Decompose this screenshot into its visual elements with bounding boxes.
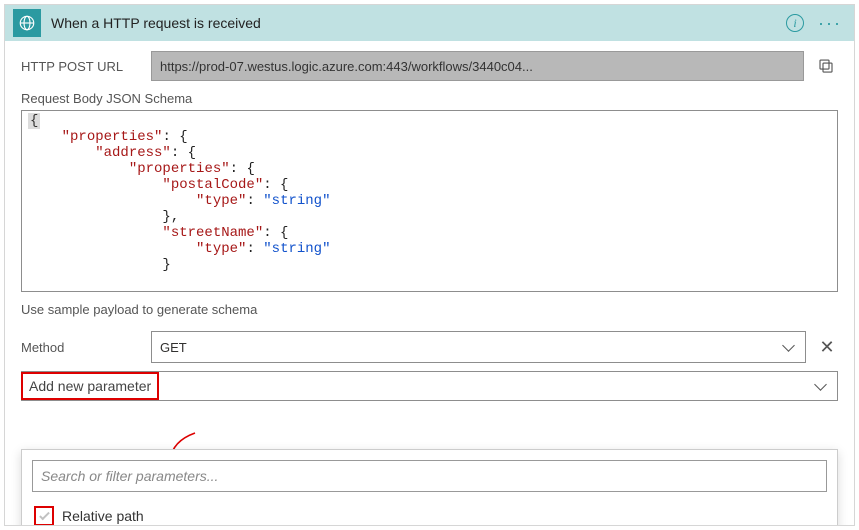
method-value: GET [160,340,784,355]
relative-path-label: Relative path [62,508,144,524]
relative-path-checkbox[interactable] [34,506,54,526]
trigger-header[interactable]: When a HTTP request is received i ··· [5,5,854,41]
check-icon [39,509,50,520]
trigger-title: When a HTTP request is received [51,15,776,31]
schema-label: Request Body JSON Schema [21,91,838,106]
chevron-down-icon [814,378,827,391]
http-trigger-icon [13,9,41,37]
parameter-dropdown-panel: Relative path [21,449,838,526]
more-menu-icon[interactable]: ··· [814,14,846,32]
method-select[interactable]: GET [151,331,806,363]
clear-method-button[interactable]: ✕ [816,337,838,358]
url-label: HTTP POST URL [21,59,141,74]
parameter-option-relative-path[interactable]: Relative path [32,506,827,526]
parameter-search-input[interactable] [32,460,827,492]
method-label: Method [21,340,141,355]
schema-editor[interactable]: { "properties": { "address": { "properti… [21,110,838,292]
copy-url-button[interactable] [814,57,838,75]
chevron-down-icon [782,339,795,352]
add-parameter-label: Add new parameter [21,372,159,400]
add-parameter-dropdown[interactable]: Add new parameter [21,371,838,401]
post-url-field[interactable]: https://prod-07.westus.logic.azure.com:4… [151,51,804,81]
copy-icon [817,57,835,75]
info-icon[interactable]: i [786,14,804,32]
sample-payload-link[interactable]: Use sample payload to generate schema [21,302,838,317]
